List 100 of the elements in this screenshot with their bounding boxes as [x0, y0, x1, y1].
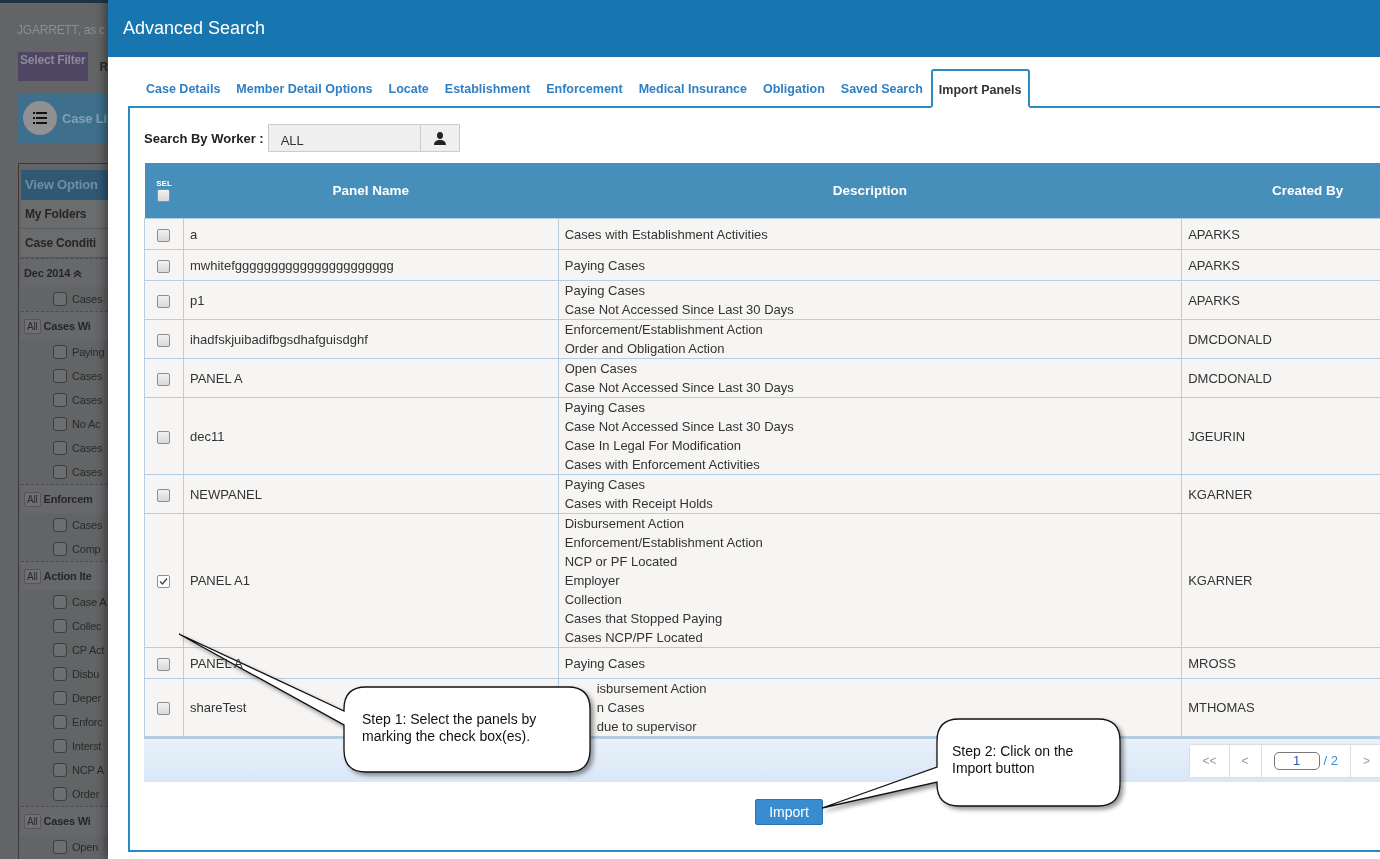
table-cell: Paying Cases Cases with Receipt Holds: [558, 474, 1182, 514]
filter-label: Order: [72, 788, 100, 800]
filter-group-header[interactable]: All Enforcem: [21, 484, 108, 513]
callout-text: Step 2: Click on the Import button: [952, 743, 1075, 777]
checkbox[interactable]: [53, 595, 67, 609]
checkbox[interactable]: [53, 292, 67, 306]
filter-label: Comp: [72, 543, 101, 555]
table-cell: dec11: [183, 397, 559, 475]
filter-label: CP Act: [72, 644, 105, 656]
case-list-bar[interactable]: Case Li: [18, 93, 108, 143]
checkbox[interactable]: [53, 393, 67, 407]
select-all-button[interactable]: All: [24, 568, 41, 584]
checkbox[interactable]: [53, 441, 67, 455]
checkbox[interactable]: [53, 643, 67, 657]
row-checkbox[interactable]: [157, 488, 171, 502]
checkbox[interactable]: [53, 667, 67, 681]
table-cell: Cases with Establishment Activities: [558, 218, 1182, 250]
checkbox[interactable]: [53, 369, 67, 383]
row-checkbox[interactable]: [157, 372, 171, 386]
table-cell: DMCDONALD: [1181, 358, 1380, 398]
table-cell: Paying Cases Case Not Accessed Since Last 30 Days Case In Legal For Modification Cases with Enforcement Activities: [558, 397, 1182, 475]
row-checkbox[interactable]: [157, 430, 171, 444]
checkbox[interactable]: [53, 715, 67, 729]
filter-label: Enforc: [72, 716, 103, 728]
checkbox[interactable]: [53, 739, 67, 753]
select-all-button[interactable]: All: [24, 318, 41, 334]
column-header[interactable]: Panel Name: [183, 163, 559, 219]
checkbox[interactable]: [53, 542, 67, 556]
checkbox[interactable]: [53, 840, 67, 854]
checkbox[interactable]: [53, 763, 67, 777]
row-checkbox[interactable]: [157, 228, 171, 242]
first-page-button[interactable]: <<: [1190, 744, 1230, 777]
checkbox[interactable]: [53, 518, 67, 532]
group-label: Cases Wi: [43, 815, 91, 827]
row-checkbox[interactable]: [157, 575, 171, 589]
table-cell: mwhitefgggggggggggggggggggggg: [183, 249, 559, 281]
table-cell: MROSS: [1181, 647, 1380, 679]
filter-label: Cases: [72, 394, 103, 406]
table-cell: Paying Cases Case Not Accessed Since Last 30 Days: [558, 280, 1182, 320]
column-header[interactable]: Created By: [1181, 163, 1380, 219]
page-field[interactable]: 1: [1273, 751, 1320, 770]
row-checkbox[interactable]: [157, 294, 171, 308]
row-checkbox[interactable]: [157, 259, 171, 273]
table-cell: APARKS: [1181, 249, 1380, 281]
worker-label: Search By Worker :: [144, 130, 264, 146]
tab[interactable]: Import Panels: [930, 69, 1030, 108]
table-cell: APARKS: [1181, 218, 1380, 250]
group-label: Action Ite: [43, 570, 92, 582]
filter-group-header[interactable]: All Cases Wi: [21, 806, 108, 835]
filter-label: Deper: [72, 692, 101, 704]
import-button[interactable]: Import: [755, 799, 823, 825]
checkbox[interactable]: [53, 465, 67, 479]
filter-label: NCP A: [72, 764, 104, 776]
worker-field[interactable]: ALL: [267, 124, 460, 152]
filter-label: Disbu: [72, 668, 100, 680]
table-cell: PANEL A1: [183, 513, 559, 648]
filter-label: Paying: [72, 346, 105, 358]
collapse-icon[interactable]: [73, 268, 83, 278]
table-cell: MTHOMAS: [1181, 678, 1380, 737]
filter-label: Open: [72, 841, 99, 853]
select-all-button[interactable]: All: [24, 491, 41, 507]
filter-label: Cases: [72, 442, 103, 454]
filter-label: Cases: [72, 466, 103, 478]
table-cell: Enforcement/Establishment Action Order and Obligation Action: [558, 319, 1182, 359]
page-total: / 2: [1323, 753, 1338, 768]
row-checkbox[interactable]: [157, 657, 171, 671]
group-label: Cases Wi: [43, 320, 91, 332]
select-all-button[interactable]: All: [24, 813, 41, 829]
view-options-header: View Option: [21, 170, 108, 200]
sidebar-link[interactable]: Case Conditi: [21, 229, 108, 258]
checkbox[interactable]: [53, 619, 67, 633]
table-cell: p1: [183, 280, 559, 320]
checkbox[interactable]: [53, 691, 67, 705]
column-header[interactable]: Description: [558, 163, 1182, 219]
table-cell: Paying Cases: [558, 249, 1182, 281]
table-cell: PANEL A: [183, 358, 559, 398]
select-all-checkbox[interactable]: [157, 189, 171, 203]
filter-label: Interst: [72, 740, 102, 752]
checkbox[interactable]: [53, 417, 67, 431]
row-checkbox[interactable]: [157, 333, 171, 347]
group-label: Enforcem: [43, 493, 93, 505]
filter-label: Cases: [72, 293, 103, 305]
filter-group-header[interactable]: All Action Ite: [21, 561, 108, 590]
table-cell: KGARNER: [1181, 513, 1380, 648]
table-cell: a: [183, 218, 559, 250]
group-label: Dec 2014: [24, 267, 71, 279]
row-checkbox[interactable]: [157, 702, 171, 716]
table-cell: NEWPANEL: [183, 474, 559, 514]
select-filter-button[interactable]: Select Filter: [18, 51, 88, 81]
filter-group-header[interactable]: Dec 2014: [21, 258, 108, 287]
checkbox[interactable]: [53, 345, 67, 359]
dialog-title: Advanced Search: [123, 18, 266, 39]
list-icon: [23, 101, 57, 136]
table-cell: ihadfskjuibadifbgsdhafguisdghf: [183, 319, 559, 359]
callout-text: Step 1: Select the panels by marking the check box(es).: [362, 711, 538, 745]
filter-group-header[interactable]: All Cases Wi: [21, 311, 108, 340]
filter-label: Cases: [72, 370, 103, 382]
checkbox[interactable]: [53, 787, 67, 801]
filter-label: No Ac: [72, 418, 101, 430]
sidebar-link[interactable]: My Folders: [21, 200, 108, 229]
